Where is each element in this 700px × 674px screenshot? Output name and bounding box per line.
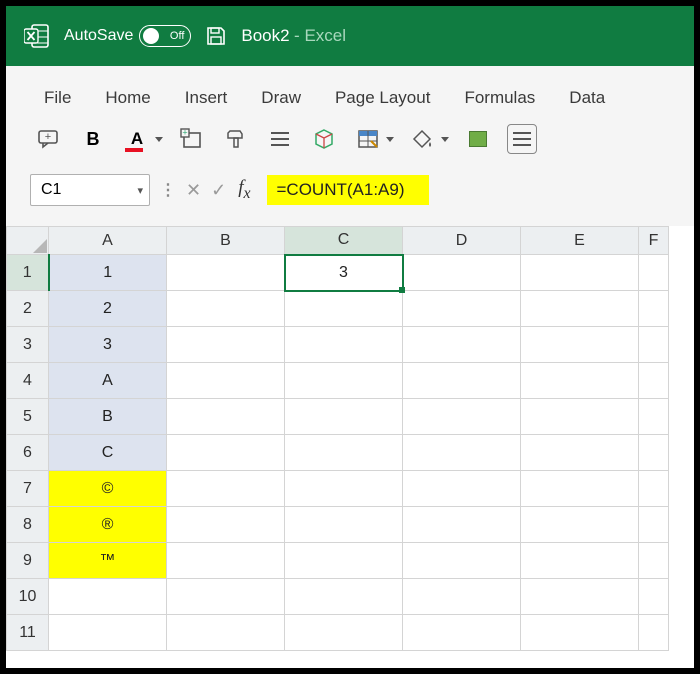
fx-icon[interactable]: fx [232, 177, 256, 203]
fill-color-button[interactable] [408, 124, 449, 154]
col-header-F[interactable]: F [639, 227, 669, 255]
table-style-button[interactable] [353, 124, 394, 154]
select-all-corner[interactable] [7, 227, 49, 255]
format-painter-icon[interactable] [221, 124, 251, 154]
cell-C1[interactable]: 3 [285, 255, 403, 291]
cell-A6[interactable]: C [49, 435, 167, 471]
cell-A4[interactable]: A [49, 363, 167, 399]
book-name: Book2 [241, 26, 289, 45]
chevron-down-icon [386, 137, 394, 142]
row-header-3[interactable]: 3 [7, 327, 49, 363]
col-header-E[interactable]: E [521, 227, 639, 255]
cell-A1[interactable]: 1 [49, 255, 167, 291]
bold-button[interactable]: B [78, 124, 108, 154]
col-header-B[interactable]: B [167, 227, 285, 255]
svg-text:+: + [45, 131, 51, 143]
tab-page-layout[interactable]: Page Layout [335, 88, 430, 108]
tab-draw[interactable]: Draw [261, 88, 301, 108]
excel-app-icon [24, 23, 50, 49]
row-header-2[interactable]: 2 [7, 291, 49, 327]
comment-icon[interactable]: + [34, 124, 64, 154]
chevron-down-icon [155, 137, 163, 142]
window-title: Book2 - Excel [241, 26, 346, 46]
name-box-value: C1 [41, 181, 61, 199]
new-sheet-icon[interactable]: + [177, 124, 207, 154]
separator: ⋮ [156, 180, 180, 200]
name-box[interactable]: C1 ▾ [30, 174, 150, 206]
save-icon[interactable] [205, 25, 227, 47]
cell-A9[interactable]: ™ [49, 543, 167, 579]
chevron-down-icon: ▾ [137, 184, 143, 197]
col-header-C[interactable]: C [285, 227, 403, 255]
row-header-10[interactable]: 10 [7, 579, 49, 615]
3d-model-icon[interactable] [309, 124, 339, 154]
svg-text:+: + [182, 128, 187, 138]
row-header-8[interactable]: 8 [7, 507, 49, 543]
autosave-state: Off [170, 30, 184, 42]
cell-F1[interactable] [639, 255, 669, 291]
cell-A8[interactable]: ® [49, 507, 167, 543]
autosave-group: AutoSave Off [64, 25, 191, 47]
fill-swatch[interactable] [463, 124, 493, 154]
cancel-icon[interactable]: ✕ [186, 180, 201, 201]
col-header-D[interactable]: D [403, 227, 521, 255]
autosave-label: AutoSave [64, 27, 133, 45]
enter-icon[interactable]: ✓ [211, 180, 226, 201]
cell-E1[interactable] [521, 255, 639, 291]
font-color-button[interactable]: A [122, 124, 163, 154]
app-name: Excel [304, 26, 346, 45]
row-header-7[interactable]: 7 [7, 471, 49, 507]
cell-A2[interactable]: 2 [49, 291, 167, 327]
formula-input[interactable]: =COUNT(A1:A9) [267, 175, 429, 205]
tab-file[interactable]: File [44, 88, 71, 108]
row-header-6[interactable]: 6 [7, 435, 49, 471]
ribbon-tabs: File Home Insert Draw Page Layout Formul… [6, 66, 694, 120]
row-header-1[interactable]: 1 [7, 255, 49, 291]
row-header-5[interactable]: 5 [7, 399, 49, 435]
quick-toolbar: + B A + [6, 120, 694, 168]
chevron-down-icon [441, 137, 449, 142]
tab-data[interactable]: Data [569, 88, 605, 108]
row-header-4[interactable]: 4 [7, 363, 49, 399]
tab-home[interactable]: Home [105, 88, 150, 108]
cell-A5[interactable]: B [49, 399, 167, 435]
title-bar: AutoSave Off Book2 - Excel [6, 6, 694, 66]
cell-A3[interactable]: 3 [49, 327, 167, 363]
spreadsheet-grid[interactable]: A B C D E F 1 1 3 [6, 226, 669, 651]
tab-insert[interactable]: Insert [185, 88, 228, 108]
align-icon[interactable] [265, 124, 295, 154]
cell-D1[interactable] [403, 255, 521, 291]
cell-A7[interactable]: © [49, 471, 167, 507]
row-header-9[interactable]: 9 [7, 543, 49, 579]
row-header-11[interactable]: 11 [7, 615, 49, 651]
autosave-toggle[interactable]: Off [139, 25, 191, 47]
col-header-A[interactable]: A [49, 227, 167, 255]
cell-B1[interactable] [167, 255, 285, 291]
justify-button[interactable] [507, 124, 537, 154]
formula-bar: C1 ▾ ⋮ ✕ ✓ fx =COUNT(A1:A9) [6, 168, 694, 226]
tab-formulas[interactable]: Formulas [464, 88, 535, 108]
